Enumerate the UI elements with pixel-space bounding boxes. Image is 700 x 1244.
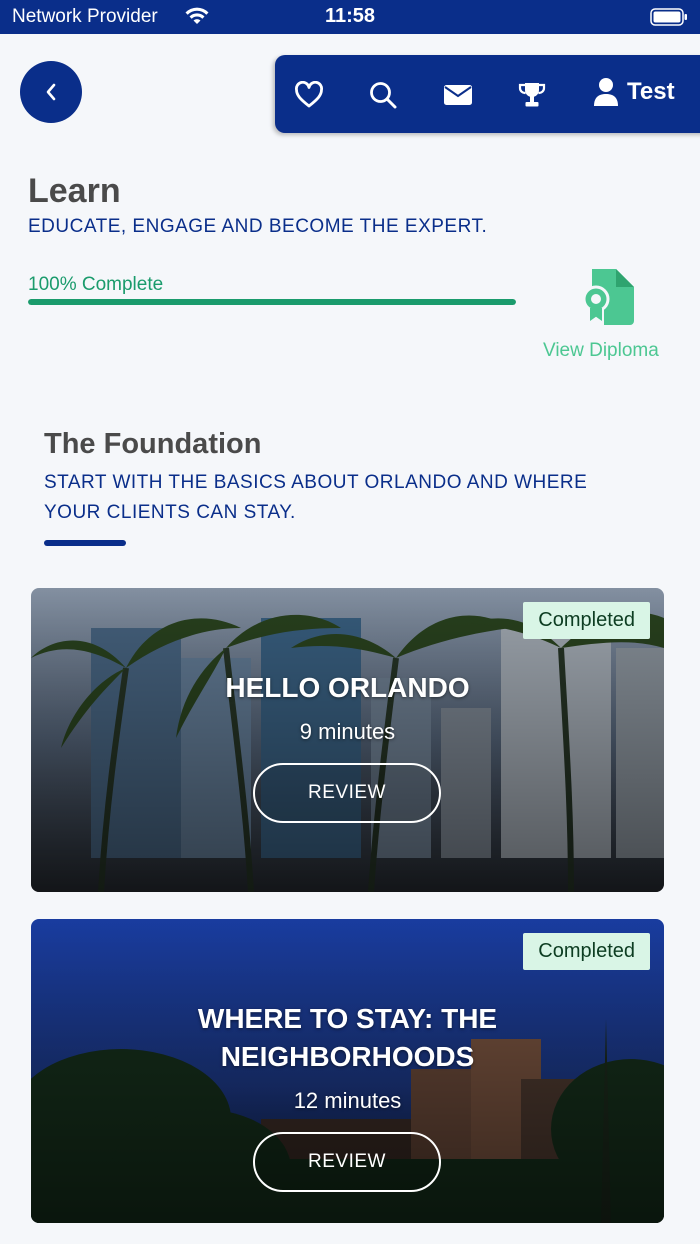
section-title: The Foundation [44, 428, 262, 460]
user-icon [594, 78, 618, 106]
view-diploma-link[interactable]: View Diploma [543, 340, 659, 362]
lesson-title: WHERE TO STAY: THE NEIGHBORHOODS [197, 1003, 498, 1072]
lesson-card[interactable]: Completed WHERE TO STAY: THE NEIGHBORHOO… [31, 919, 664, 1223]
status-time: 11:58 [324, 5, 376, 27]
battery-icon [650, 8, 688, 31]
back-button[interactable] [20, 61, 82, 123]
mail-icon [444, 85, 472, 105]
lesson-duration: 9 minutes [299, 719, 396, 744]
completed-badge: Completed [523, 602, 650, 639]
chevron-left-icon [46, 83, 56, 101]
heart-icon [295, 81, 323, 108]
completed-badge: Completed [523, 933, 650, 970]
progress-bar [28, 299, 516, 305]
status-bar: Network Provider 11:58 [0, 0, 700, 34]
profile-name: Test [627, 78, 675, 105]
search-icon [370, 82, 397, 109]
lesson-duration: 12 minutes [293, 1088, 402, 1113]
section-subtitle: START WITH THE BASICS ABOUT ORLANDO AND … [44, 472, 588, 523]
lesson-title: HELLO ORLANDO [225, 672, 470, 703]
top-navigation: Test [275, 55, 700, 133]
page-title: Learn [28, 172, 121, 210]
trophy-icon [518, 83, 546, 107]
favorites-button[interactable] [291, 79, 327, 111]
section-divider [44, 540, 126, 546]
diploma-icon[interactable] [578, 265, 638, 327]
lesson-card[interactable]: Completed HELLO ORLANDO 9 minutes REVIEW [31, 588, 664, 892]
trophy-button[interactable] [514, 79, 550, 111]
profile-button[interactable]: Test [593, 77, 675, 107]
review-button[interactable]: REVIEW [253, 1132, 441, 1192]
progress-bar-fill [28, 299, 516, 305]
messages-button[interactable] [440, 79, 476, 111]
search-button[interactable] [365, 79, 401, 111]
review-button[interactable]: REVIEW [253, 763, 441, 823]
progress-label: 100% Complete [28, 274, 164, 295]
page-subtitle: EDUCATE, ENGAGE AND BECOME THE EXPERT. [28, 216, 488, 237]
